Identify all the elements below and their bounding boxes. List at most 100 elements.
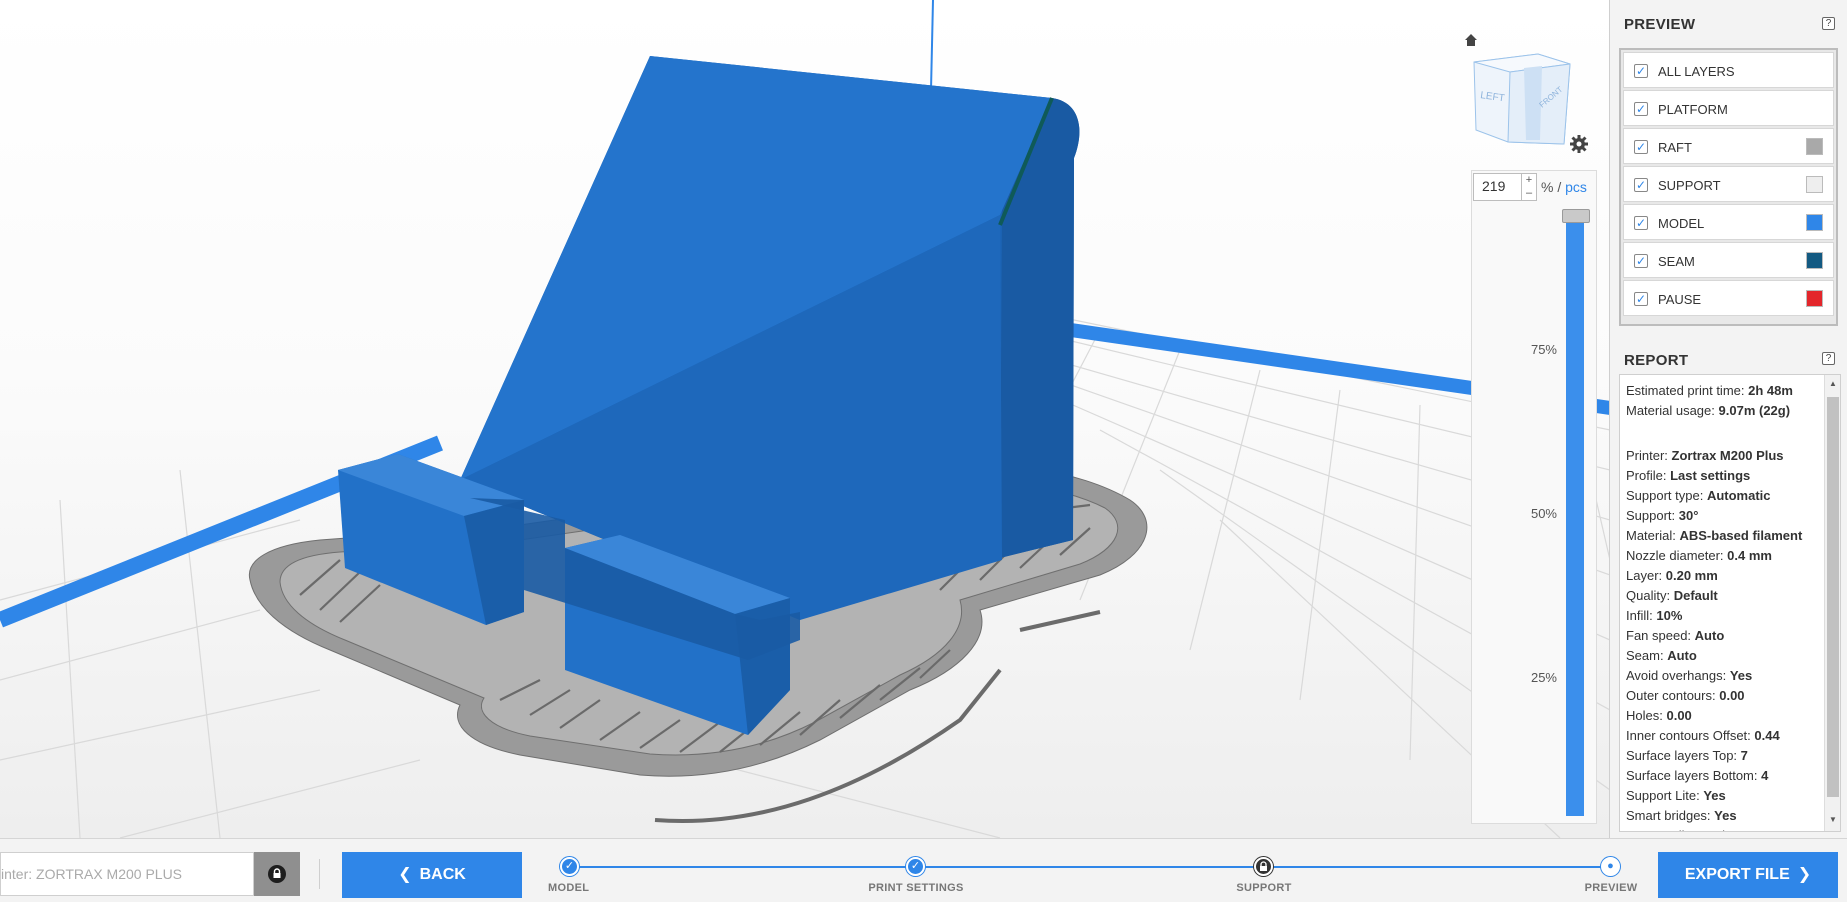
slider-mark-50: 50% bbox=[1530, 506, 1557, 521]
report-label: Layer: bbox=[1626, 568, 1663, 583]
report-value: Yes bbox=[1703, 788, 1726, 803]
zoom-unit: % / pcs bbox=[1541, 179, 1587, 195]
report-value: 9.07m (22g) bbox=[1718, 403, 1791, 418]
checkbox-icon[interactable]: ✓ bbox=[1634, 216, 1648, 230]
lock-icon bbox=[1254, 857, 1273, 876]
report-value: 0.20 mm bbox=[1665, 568, 1718, 583]
color-swatch[interactable] bbox=[1806, 176, 1823, 193]
report-value: 7 bbox=[1740, 748, 1748, 763]
report-label: Avoid overhangs: bbox=[1626, 668, 1727, 683]
preview-help-icon[interactable]: ? bbox=[1822, 17, 1835, 30]
report-line: Outer contours: 0.00 bbox=[1626, 686, 1840, 706]
gear-icon[interactable] bbox=[1570, 135, 1588, 153]
report-line: Nozzle diameter: 0.4 mm bbox=[1626, 546, 1840, 566]
report-label: Support: bbox=[1626, 508, 1676, 523]
printer-field[interactable]: Printer: ZORTRAX M200 PLUS bbox=[0, 852, 254, 896]
report-label: Inner contours Offset: bbox=[1626, 728, 1751, 743]
report-line: Estimated print time: 2h 48m bbox=[1626, 381, 1840, 401]
scroll-thumb[interactable] bbox=[1827, 397, 1839, 797]
unit-pcs[interactable]: pcs bbox=[1565, 179, 1587, 195]
report-value: Yes bbox=[1714, 808, 1737, 823]
color-swatch[interactable] bbox=[1806, 214, 1823, 231]
report-label: Profile: bbox=[1626, 468, 1667, 483]
scene-render bbox=[0, 0, 1609, 838]
report-line: Quality: Default bbox=[1626, 586, 1840, 606]
report-label: Surface layers Bottom: bbox=[1626, 768, 1758, 783]
report-help-icon[interactable]: ? bbox=[1822, 352, 1835, 365]
layer-row-model[interactable]: ✓ MODEL bbox=[1623, 204, 1834, 240]
checkbox-icon[interactable]: ✓ bbox=[1634, 64, 1648, 78]
layer-label: PLATFORM bbox=[1658, 102, 1728, 117]
report-title: REPORT bbox=[1624, 352, 1689, 369]
layer-label: SUPPORT bbox=[1658, 178, 1721, 193]
scroll-up-icon[interactable]: ▲ bbox=[1825, 379, 1840, 393]
report-line: Fan speed: Auto bbox=[1626, 626, 1840, 646]
report-value: 2h 48m bbox=[1748, 383, 1793, 398]
report-label: Material: bbox=[1626, 528, 1676, 543]
chevron-right-icon: ❯ bbox=[1797, 866, 1812, 883]
report-value: 2 bbox=[1748, 828, 1755, 831]
report-label: Fan speed: bbox=[1626, 628, 1692, 643]
report-value: Default bbox=[1673, 588, 1718, 603]
layer-label: ALL LAYERS bbox=[1658, 64, 1735, 79]
view-cube[interactable]: LEFT FRONT bbox=[1468, 50, 1574, 150]
report-line: Support: 30° bbox=[1626, 506, 1840, 526]
checkbox-icon[interactable]: ✓ bbox=[1634, 292, 1648, 306]
color-swatch[interactable] bbox=[1806, 138, 1823, 155]
zoom-plus-button[interactable]: + bbox=[1522, 174, 1536, 187]
report-value: 4 bbox=[1761, 768, 1769, 783]
report-label: Seam: bbox=[1626, 648, 1664, 663]
report-label: Holes: bbox=[1626, 708, 1663, 723]
report-line: Support Lite: Yes bbox=[1626, 786, 1840, 806]
report-line: Surface layers Bottom: 4 bbox=[1626, 766, 1840, 786]
home-view-icon[interactable] bbox=[1463, 32, 1479, 48]
export-file-button[interactable]: EXPORT FILE ❯ bbox=[1658, 852, 1838, 898]
report-value: Zortrax M200 Plus bbox=[1671, 448, 1784, 463]
zoom-minus-button[interactable]: – bbox=[1522, 187, 1536, 200]
checkbox-icon[interactable]: ✓ bbox=[1634, 178, 1648, 192]
layer-row-platform[interactable]: ✓ PLATFORM bbox=[1623, 90, 1834, 126]
report-value: 0.4 mm bbox=[1727, 548, 1772, 563]
3d-viewport[interactable]: LEFT FRONT 219 + – % / pcs 75% 50% 25% bbox=[0, 0, 1610, 838]
divider bbox=[319, 859, 320, 889]
color-swatch[interactable] bbox=[1806, 252, 1823, 269]
checkbox-icon[interactable]: ✓ bbox=[1634, 254, 1648, 268]
report-value: Automatic bbox=[1706, 488, 1771, 503]
report-line: Profile: Last settings bbox=[1626, 466, 1840, 486]
report-panel[interactable]: Estimated print time: 2h 48m Material usa… bbox=[1619, 374, 1841, 832]
bottom-bar: Printer: ZORTRAX M200 PLUS ❮ BACK ✓ MODEL… bbox=[0, 838, 1847, 902]
color-swatch[interactable] bbox=[1806, 290, 1823, 307]
report-label: Outer walls Number: bbox=[1626, 828, 1744, 831]
scroll-down-icon[interactable]: ▼ bbox=[1825, 815, 1840, 829]
report-value: 0.44 bbox=[1754, 728, 1780, 743]
unit-percent[interactable]: % bbox=[1541, 179, 1553, 195]
report-label: Surface layers Top: bbox=[1626, 748, 1738, 763]
layer-label: SEAM bbox=[1658, 254, 1695, 269]
check-icon: ✓ bbox=[906, 857, 925, 876]
layer-slider-handle[interactable] bbox=[1562, 209, 1590, 223]
report-value: 10% bbox=[1656, 608, 1683, 623]
layer-row-raft[interactable]: ✓ RAFT bbox=[1623, 128, 1834, 164]
layer-row-pause[interactable]: ✓ PAUSE bbox=[1623, 280, 1834, 316]
layer-row-all-layers[interactable]: ✓ ALL LAYERS bbox=[1623, 52, 1834, 88]
report-label: Printer: bbox=[1626, 448, 1668, 463]
report-line: Material: ABS-based filament bbox=[1626, 526, 1840, 546]
slider-mark-75: 75% bbox=[1530, 342, 1557, 357]
report-scrollbar[interactable]: ▲ ▼ bbox=[1824, 375, 1840, 831]
zoom-stepper[interactable]: + – bbox=[1521, 173, 1537, 201]
report-label: Infill: bbox=[1626, 608, 1653, 623]
report-line: Printer: Zortrax M200 Plus bbox=[1626, 446, 1840, 466]
report-line: Layer: 0.20 mm bbox=[1626, 566, 1840, 586]
layer-slider-track[interactable] bbox=[1566, 212, 1584, 816]
report-label: Outer contours: bbox=[1626, 688, 1716, 703]
layer-label: PAUSE bbox=[1658, 292, 1702, 307]
layer-row-seam[interactable]: ✓ SEAM bbox=[1623, 242, 1834, 278]
checkbox-icon[interactable]: ✓ bbox=[1634, 140, 1648, 154]
report-line: Smart bridges: Yes bbox=[1626, 806, 1840, 826]
report-value: ABS-based filament bbox=[1679, 528, 1803, 543]
slider-mark-25: 25% bbox=[1530, 670, 1557, 685]
printer-lock-button[interactable] bbox=[254, 852, 300, 896]
checkbox-icon[interactable]: ✓ bbox=[1634, 102, 1648, 116]
report-line: Inner contours Offset: 0.44 bbox=[1626, 726, 1840, 746]
layer-row-support[interactable]: ✓ SUPPORT bbox=[1623, 166, 1834, 202]
